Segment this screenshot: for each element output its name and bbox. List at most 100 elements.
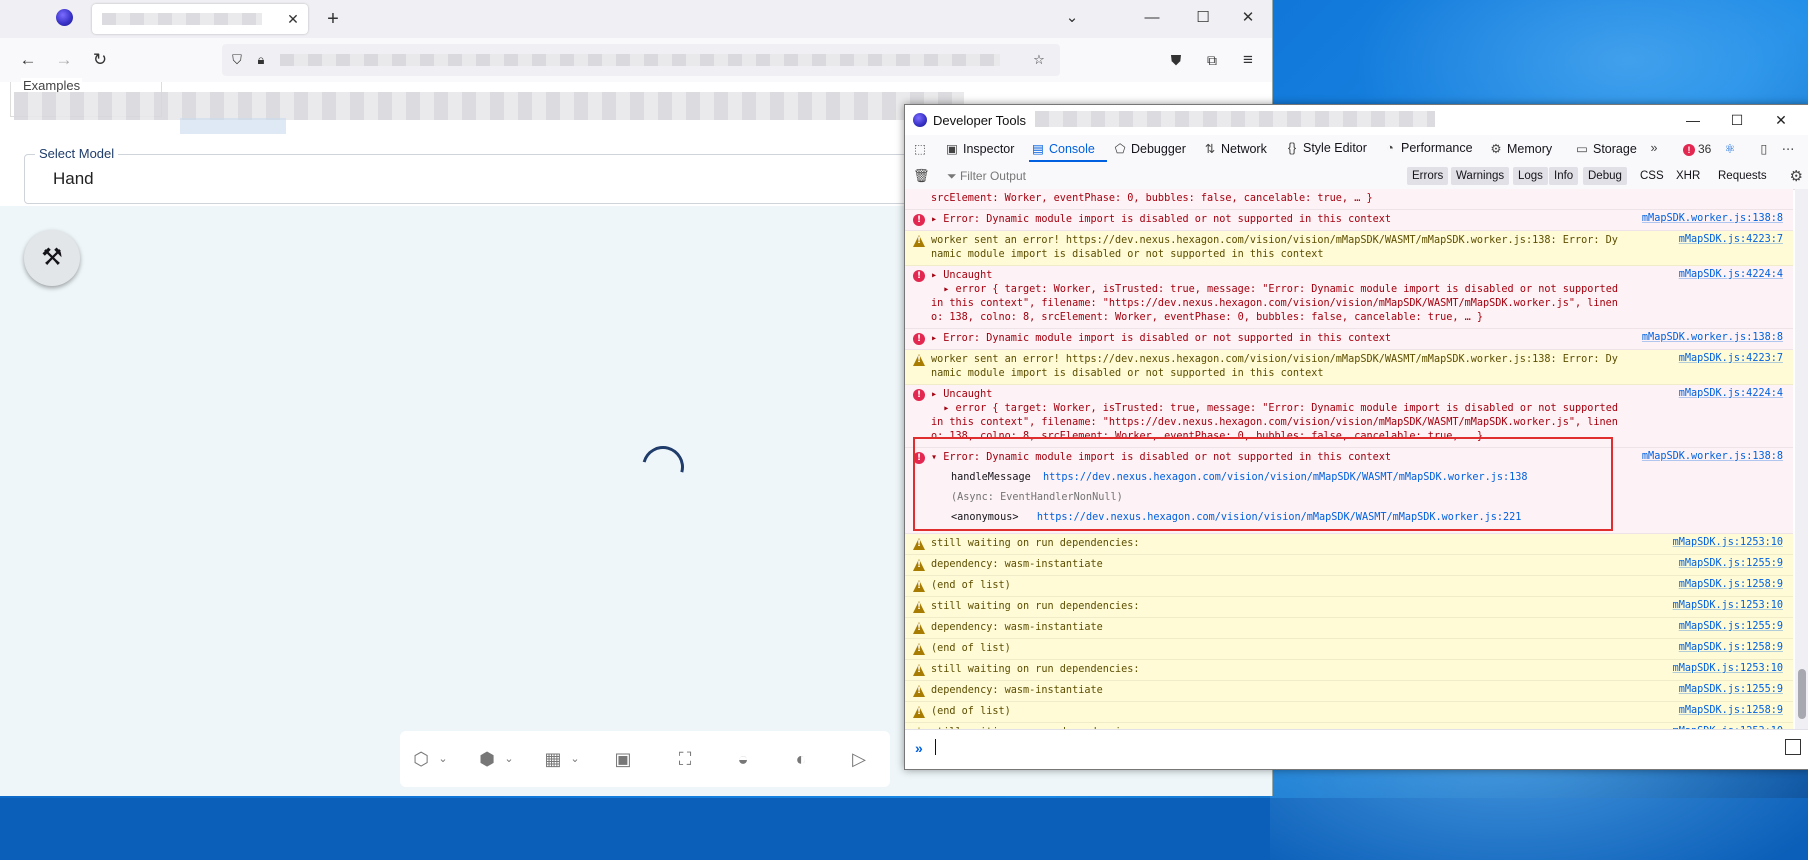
source-link[interactable]: mMapSDK.worker.js:138:8	[1642, 332, 1783, 343]
browser-tab[interactable]: ✕	[92, 4, 308, 34]
new-tab-button[interactable]: +	[322, 8, 344, 30]
maximize-icon[interactable]: ☐	[1193, 8, 1213, 28]
console-scrollbar[interactable]	[1795, 189, 1808, 729]
source-link[interactable]: mMapSDK.js:1253:10	[1673, 600, 1783, 611]
lock-icon[interactable]: 🔒︎	[252, 51, 270, 69]
source-link[interactable]: mMapSDK.js:4223:7	[1679, 234, 1783, 245]
console-message[interactable]: ! worker sent an error! https://dev.nexus…	[905, 350, 1793, 385]
console-message[interactable]: ! ▸ Error: Dynamic module import is disab…	[905, 210, 1793, 231]
console-message[interactable]: ! dependency: wasm-instantiate mMapSDK.js:…	[905, 618, 1793, 639]
console-message[interactable]: ! (end of list) mMapSDK.js:1258:9	[905, 702, 1793, 723]
scrollbar-thumb[interactable]	[1798, 669, 1806, 719]
drop-icon[interactable]: ◒	[730, 747, 756, 771]
source-link[interactable]: mMapSDK.js:1258:9	[1679, 642, 1783, 653]
compare-icon[interactable]: ◐	[788, 747, 814, 771]
filter-errors-button[interactable]: Errors	[1407, 167, 1449, 185]
menu-hamburger-icon[interactable]: ≡	[1236, 48, 1260, 72]
console-message[interactable]: ! (end of list) mMapSDK.js:1258:9	[905, 639, 1793, 660]
source-link[interactable]: mMapSDK.js:1255:9	[1679, 684, 1783, 695]
console-message[interactable]: !still waiting on run dependencies:mMapS…	[905, 534, 1793, 555]
tab-list-chevron-icon[interactable]: ⌄	[1062, 8, 1082, 28]
forward-arrow-icon[interactable]: →	[52, 48, 76, 72]
extensions-icon[interactable]: ⧉	[1200, 48, 1224, 72]
stack-frame-link[interactable]: https://dev.nexus.hexagon.com/vision/vis…	[1043, 472, 1528, 483]
source-link[interactable]: mMapSDK.js:4224:4	[1679, 388, 1783, 399]
more-tools-chevron-icon[interactable]: »	[1647, 141, 1665, 155]
source-link[interactable]: mMapSDK.js:1258:9	[1679, 705, 1783, 716]
tab-storage[interactable]: ▭ Storage	[1575, 141, 1637, 156]
more-options-icon[interactable]: ⋯	[1781, 141, 1799, 156]
source-link[interactable]: mMapSDK.js:1258:9	[1679, 579, 1783, 590]
close-window-icon[interactable]: ✕	[1771, 110, 1791, 130]
reload-icon[interactable]: ↻	[88, 48, 112, 72]
tab-network[interactable]: ⇅ Network	[1203, 141, 1267, 156]
source-link[interactable]: mMapSDK.js:4223:7	[1679, 353, 1783, 364]
firefox-view-icon[interactable]	[56, 9, 73, 26]
pocket-icon[interactable]: ⛊	[1164, 48, 1188, 72]
console-message[interactable]: ! dependency: wasm-instantiate mMapSDK.js:…	[905, 681, 1793, 702]
chevron-down-icon[interactable]: ⌄	[568, 749, 582, 769]
filter-output-input[interactable]: ⏷ Filter Output	[947, 169, 1026, 184]
minimize-icon[interactable]: —	[1683, 110, 1703, 130]
console-message[interactable]: ! ▸ Uncaught ▸ error { target: Worker, is…	[905, 266, 1793, 329]
responsive-design-icon[interactable]: ▯	[1757, 141, 1775, 156]
bookmark-star-icon[interactable]: ☆	[1030, 51, 1048, 69]
console-message[interactable]: ! ▸ Uncaught ▸ error { target: Worker, is…	[905, 385, 1793, 448]
tab-console[interactable]: ▤ Console	[1031, 141, 1095, 156]
source-link[interactable]: mMapSDK.js:4224:4	[1679, 269, 1783, 280]
chevron-down-icon[interactable]: ⌄	[502, 749, 516, 769]
console-message[interactable]: ! worker sent an error! https://dev.nexus…	[905, 231, 1793, 266]
maximize-icon[interactable]: ☐	[1727, 110, 1747, 130]
tab-title-redacted	[102, 13, 262, 25]
source-link[interactable]: mMapSDK.js:1253:10	[1673, 663, 1783, 674]
tab-debugger[interactable]: ⬠ Debugger	[1113, 141, 1186, 156]
console-message[interactable]: !still waiting on run dependencies:mMapS…	[905, 597, 1793, 618]
source-link[interactable]: mMapSDK.js:1255:9	[1679, 558, 1783, 569]
filter-css-button[interactable]: CSS	[1635, 167, 1669, 185]
console-settings-gear-icon[interactable]: ⚙	[1790, 167, 1803, 185]
filter-debug-button[interactable]: Debug	[1583, 167, 1627, 185]
play-icon[interactable]: ▷	[846, 747, 872, 771]
sidebar-toggle-icon[interactable]	[1785, 739, 1801, 755]
close-window-icon[interactable]: ✕	[1238, 8, 1258, 28]
source-link[interactable]: mMapSDK.js:1253:10	[1673, 537, 1783, 548]
shield-icon[interactable]: ⛉	[228, 51, 246, 69]
console-input[interactable]: »	[905, 729, 1808, 769]
cube-shaded-icon[interactable]: ⬢	[474, 747, 500, 771]
section-box-icon[interactable]: ▦	[540, 747, 566, 771]
console-message[interactable]: ! (end of list) mMapSDK.js:1258:9	[905, 576, 1793, 597]
image-icon[interactable]: ▣	[610, 747, 636, 771]
url-bar[interactable]: ⛉ 🔒︎ ☆	[222, 44, 1060, 76]
cube-view-icon[interactable]: ⬡	[408, 747, 434, 771]
filter-requests-button[interactable]: Requests	[1713, 167, 1772, 185]
chevron-down-icon[interactable]: ⌄	[436, 749, 450, 769]
clear-console-trash-icon[interactable]: 🗑︎	[913, 167, 930, 185]
console-message[interactable]: ! ▸ Error: Dynamic module import is disab…	[905, 329, 1793, 350]
tab-performance[interactable]: ◔ Performance	[1383, 141, 1472, 155]
filter-logs-button[interactable]: Logs	[1513, 167, 1548, 185]
element-picker-icon[interactable]: ⬚	[913, 141, 931, 156]
stack-frame-link[interactable]: https://dev.nexus.hexagon.com/vision/vis…	[1037, 512, 1522, 523]
tab-style-editor[interactable]: {} Style Editor	[1285, 141, 1367, 155]
tab-memory[interactable]: ⚙ Memory	[1489, 141, 1552, 156]
tab-close-icon[interactable]: ✕	[284, 10, 302, 28]
expanded-error-message[interactable]: ! ▾ Error: Dynamic module import is disa…	[905, 448, 1793, 534]
source-link[interactable]: mMapSDK.js:1255:9	[1679, 621, 1783, 632]
console-message[interactable]: !still waiting on run dependencies:mMapS…	[905, 660, 1793, 681]
filter-info-button[interactable]: Info	[1549, 167, 1579, 185]
back-arrow-icon[interactable]: ←	[16, 48, 40, 72]
filter-xhr-button[interactable]: XHR	[1671, 167, 1705, 185]
console-message[interactable]: ! dependency: wasm-instantiate mMapSDK.js:…	[905, 555, 1793, 576]
debugger-icon: ⬠	[1114, 142, 1126, 156]
tab-inspector[interactable]: ▣ Inspector	[945, 141, 1014, 156]
react-icon[interactable]: ⚛	[1723, 141, 1741, 156]
tools-wrench-icon[interactable]: ⚒	[24, 230, 80, 286]
source-link[interactable]: mMapSDK.worker.js:138:8	[1642, 213, 1783, 224]
fullscreen-icon[interactable]: ⛶	[672, 747, 698, 771]
source-link[interactable]: mMapSDK.worker.js:138:8	[1642, 451, 1783, 462]
console-output[interactable]: srcElement: Worker, eventPhase: 0, bubbl…	[905, 189, 1793, 729]
console-message[interactable]: srcElement: Worker, eventPhase: 0, bubbl…	[905, 189, 1793, 210]
minimize-icon[interactable]: —	[1142, 8, 1162, 28]
filter-warnings-button[interactable]: Warnings	[1451, 167, 1510, 185]
error-count-badge[interactable]: ! 36	[1683, 142, 1711, 156]
